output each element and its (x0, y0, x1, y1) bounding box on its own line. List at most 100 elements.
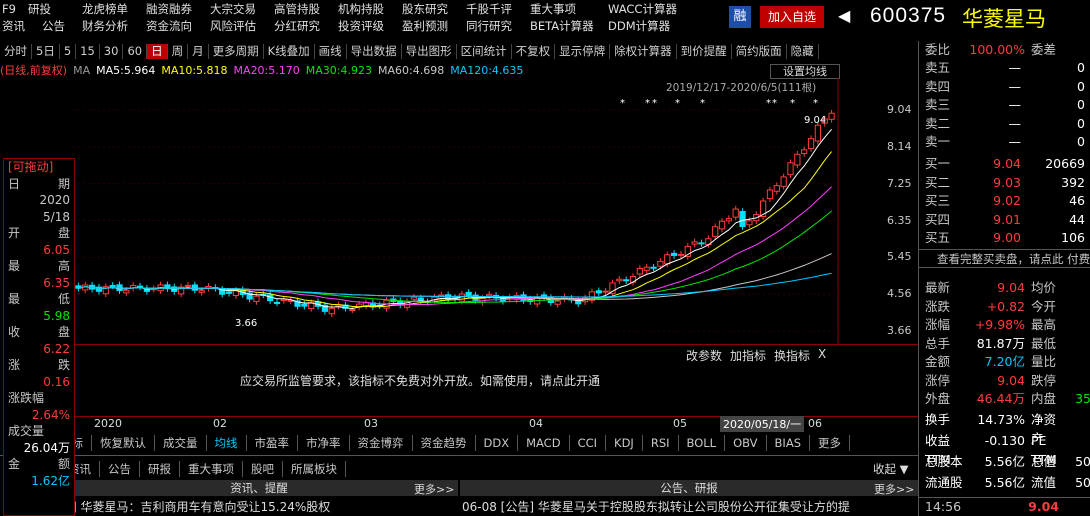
menu-item[interactable]: 机构持股 (338, 1, 384, 17)
ma10-value: MA10:5.818 (161, 63, 228, 77)
toolbar-item[interactable]: 显示停牌 (555, 44, 611, 59)
menu-item[interactable]: 重大事项 (530, 1, 576, 17)
indicator-tab[interactable]: BOLL (679, 435, 726, 451)
indicator-tab[interactable]: BIAS (767, 435, 810, 451)
orderbook-row[interactable]: 买四 9.01 44 (919, 211, 1090, 230)
menu-item[interactable]: 财务分析 (82, 18, 128, 34)
menu-item[interactable]: 同行研究 (466, 18, 512, 34)
indicator-tab[interactable]: 资金博弈 (350, 435, 413, 451)
news-tab[interactable]: 研报 (140, 461, 180, 477)
indicator-tab[interactable]: 恢复默认 (92, 435, 155, 451)
toolbar-item[interactable]: 周 (168, 44, 189, 59)
indicator-tab[interactable]: OBV (725, 435, 767, 451)
low-price-label: 3.66 (235, 318, 258, 329)
menu-item[interactable]: DDM计算器 (608, 18, 670, 34)
orderbook-row[interactable]: 买三 9.02 46 (919, 192, 1090, 211)
orderbook-row[interactable]: 卖四 — 0 (919, 78, 1090, 97)
menu-item[interactable]: 千股千评 (466, 1, 512, 17)
crosshair-info-panel[interactable]: [可拖动] 日期 2020 5/18 开盘 6.05 最高 6.35 最低 5.… (3, 158, 75, 516)
toolbar-item[interactable]: 5日 (32, 44, 60, 59)
close-indicator-button[interactable]: X (818, 347, 826, 364)
menu-item[interactable]: 分红研究 (274, 18, 320, 34)
announcement-item[interactable]: 06-08 [公告] 华菱星马关于控股股东拟转让公司股份公开征集受让方的提 (462, 498, 917, 515)
news-tab[interactable]: 公告 (100, 461, 140, 477)
toolbar-item[interactable]: 导出图形 (402, 44, 457, 59)
indicator-tab[interactable]: 更多 (810, 435, 850, 451)
orderbook-row[interactable]: 买五 9.00 106 (919, 229, 1090, 248)
toolbar-item[interactable]: 导出数据 (347, 44, 402, 59)
toolbar-item[interactable]: 5 (60, 44, 77, 59)
menu-item[interactable]: BETA计算器 (530, 18, 594, 34)
orderbook-row[interactable]: 卖三 — 0 (919, 96, 1090, 115)
toolbar-item[interactable]: 隐藏 (787, 44, 819, 59)
menu-item[interactable]: 股东研究 (402, 1, 448, 17)
menu-item[interactable]: 研投 (28, 1, 51, 17)
orderbook-row[interactable]: 卖一 — 0 (919, 133, 1090, 152)
orderbook-row[interactable]: 买一 9.04 20669 (919, 155, 1090, 174)
indicator-paywall-message[interactable]: 应交易所监管要求，该指标不免费对外开放。如需使用，请点此开通 (240, 372, 600, 389)
indicator-tab[interactable]: MACD (518, 435, 570, 451)
edit-params-button[interactable]: 改参数 (686, 347, 722, 364)
news-tab[interactable]: 股吧 (243, 461, 283, 477)
menu-item[interactable]: 盈利预测 (402, 18, 448, 34)
add-watchlist-button[interactable]: 加入自选 (760, 6, 824, 28)
news-tab[interactable]: 重大事项 (180, 461, 243, 477)
add-indicator-button[interactable]: 加指标 (730, 347, 766, 364)
candlestick-chart[interactable]: * * * * * * * * * (0, 78, 918, 345)
toolbar-item[interactable]: 分时 (0, 44, 32, 59)
indicator-tab[interactable]: KDJ (606, 435, 643, 451)
collapse-button[interactable]: 收起 ▼ (873, 461, 909, 477)
toolbar-item[interactable]: 60 (123, 44, 148, 59)
indicator-tab[interactable]: 成交量 (155, 435, 207, 451)
toolbar-item[interactable]: 月 (188, 44, 209, 59)
toolbar-item[interactable]: K线叠加 (264, 44, 315, 59)
toolbar-item[interactable]: 30 (100, 44, 124, 59)
event-marker: * (772, 98, 777, 109)
candle (657, 260, 664, 267)
indicator-tab[interactable]: 市净率 (298, 435, 350, 451)
collapse-icon: ▼ (899, 462, 909, 476)
close-label-2: 盘 (57, 325, 70, 339)
ma-settings-button[interactable]: 设置均线 (770, 64, 840, 79)
switch-indicator-button[interactable]: 换指标 (774, 347, 810, 364)
toolbar-item[interactable]: 到价提醒 (677, 44, 732, 59)
indicator-tab[interactable]: 均线 (207, 435, 247, 451)
prev-stock-icon[interactable]: ◀ (838, 6, 850, 25)
menu-item[interactable]: 资讯 (2, 18, 25, 34)
news-item[interactable]: 讯] 华菱星马：吉利商用车有意向受让15.24%股权 (60, 498, 330, 515)
full-orderbook-link[interactable]: 查看完整买卖盘，请点此 付费 (919, 249, 1090, 268)
orderbook-row[interactable]: 卖五 — 0 (919, 59, 1090, 78)
menu-item[interactable]: 高管持股 (274, 1, 320, 17)
toolbar-item[interactable]: 更多周期 (209, 44, 264, 59)
menu-item[interactable]: 融资融券 (146, 1, 192, 17)
toolbar-item[interactable]: 除权计算器 (610, 44, 677, 59)
menu-item[interactable]: 大宗交易 (210, 1, 256, 17)
toolbar-item[interactable]: 日 (147, 44, 168, 59)
margin-trading-badge[interactable]: 融 (729, 6, 751, 28)
indicator-tab[interactable]: CCI (570, 435, 607, 451)
menu-item[interactable]: 龙虎榜单 (82, 1, 128, 17)
indicator-tab[interactable]: DDX (476, 435, 519, 451)
menu-item[interactable]: WACC计算器 (608, 1, 677, 17)
menu-item[interactable]: 风险评估 (210, 18, 256, 34)
announce-more-link[interactable]: 更多>> (874, 481, 914, 497)
menu-item[interactable]: 投资评级 (338, 18, 384, 34)
indicator-tab[interactable]: 市盈率 (247, 435, 298, 451)
toolbar-item[interactable]: 画线 (315, 44, 347, 59)
indicator-tab[interactable]: 资金趋势 (413, 435, 476, 451)
toolbar-item[interactable]: 不复权 (512, 44, 556, 59)
toolbar-item[interactable]: 区间统计 (457, 44, 512, 59)
orderbook-row[interactable]: 卖二 — 0 (919, 115, 1090, 134)
menu-item[interactable]: F9 (2, 2, 16, 16)
stat-cell: 50 (1075, 475, 1090, 490)
webi-label: 委比 (925, 42, 951, 57)
toolbar-item[interactable]: 简约版面 (732, 44, 787, 59)
news-tab[interactable]: 所属板块 (283, 461, 346, 477)
menu-item[interactable]: 公告 (42, 18, 65, 34)
ob-level: 卖三 (925, 97, 951, 112)
menu-item[interactable]: 资金流向 (146, 18, 192, 34)
indicator-tab[interactable]: RSI (643, 435, 679, 451)
toolbar-item[interactable]: 15 (76, 44, 100, 59)
news-more-link[interactable]: 更多>> (414, 481, 454, 497)
orderbook-row[interactable]: 买二 9.03 392 (919, 174, 1090, 193)
